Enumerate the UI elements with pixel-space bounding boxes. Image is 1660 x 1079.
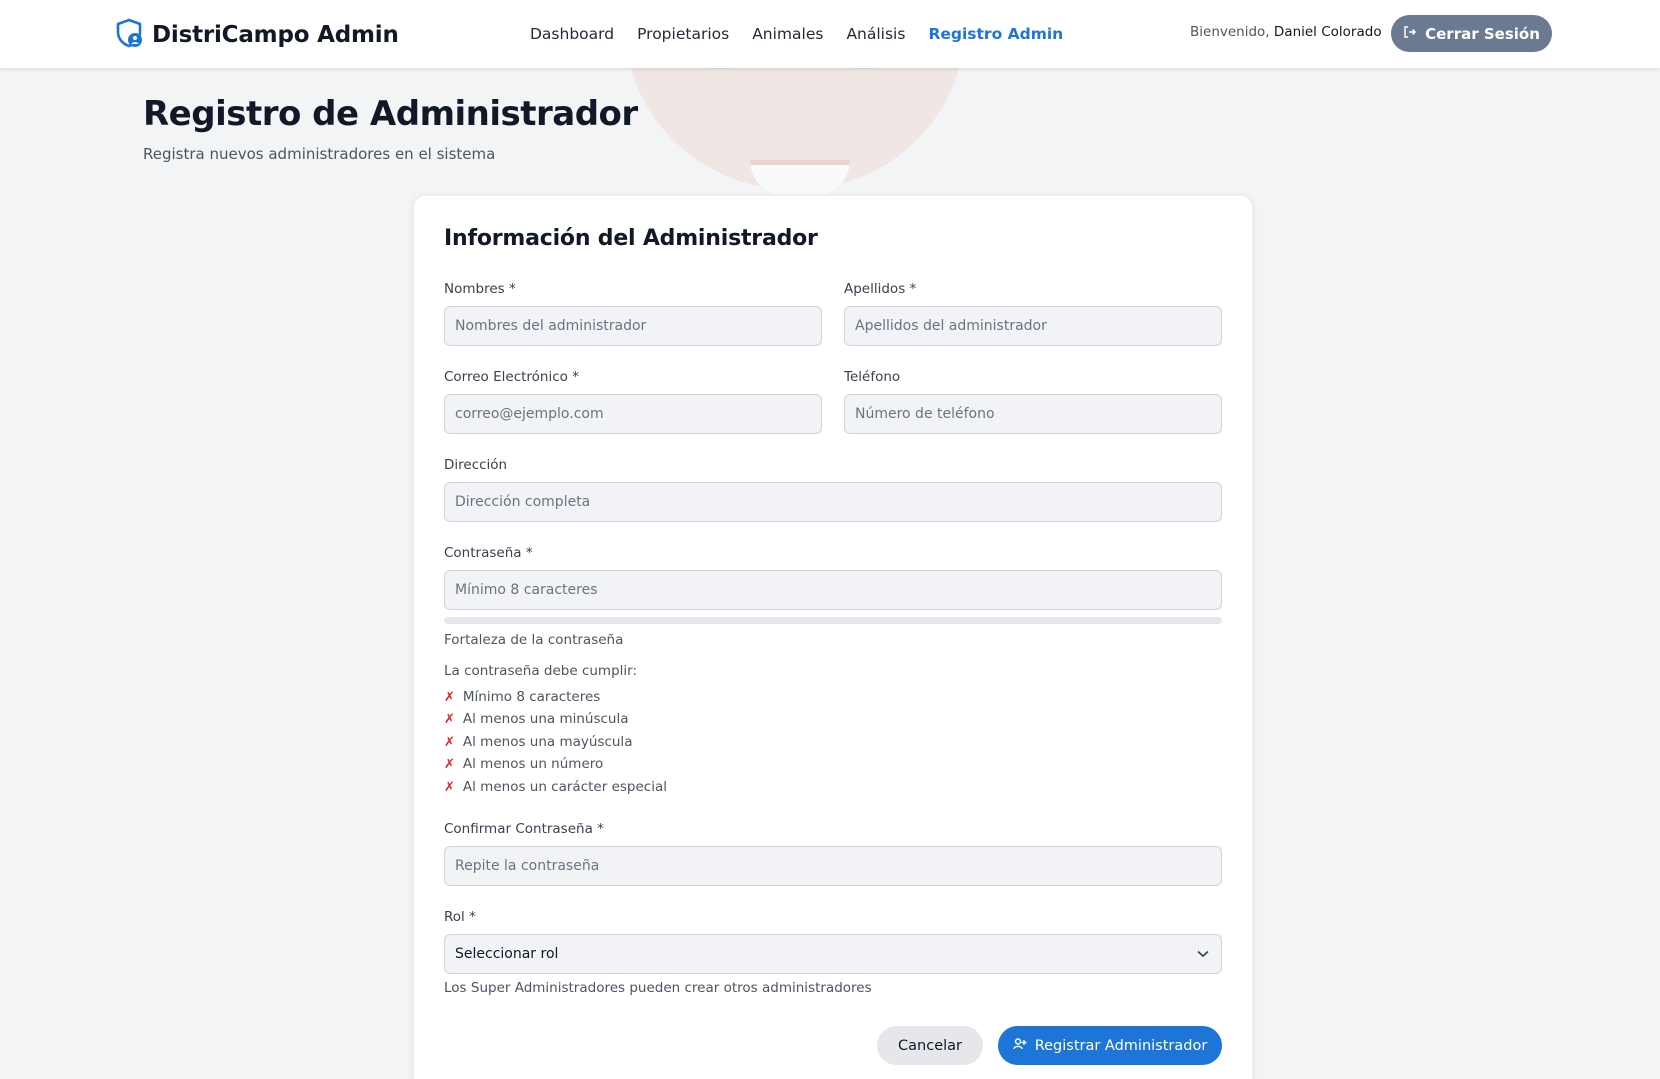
telefono-label: Teléfono <box>844 369 901 385</box>
confirm-password-label: Confirmar Contraseña * <box>444 821 604 837</box>
rol-selected: Seleccionar rol <box>455 946 559 962</box>
requirement-text: Mínimo 8 caracteres <box>462 689 601 705</box>
logout-icon <box>1403 25 1417 43</box>
logout-button[interactable]: Cerrar Sesión <box>1391 15 1552 52</box>
password-input[interactable] <box>444 570 1222 610</box>
page-subtitle: Registra nuevos administradores en el si… <box>143 145 496 163</box>
requirement-item: ✗ Mínimo 8 caracteres <box>444 689 600 705</box>
requirement-text: Al menos un número <box>462 756 604 772</box>
requirement-item: ✗ Al menos un número <box>444 756 603 772</box>
requirements-title: La contraseña debe cumplir: <box>444 663 638 679</box>
nav-analisis[interactable]: Análisis <box>846 25 905 43</box>
nav-dashboard[interactable]: Dashboard <box>530 25 614 43</box>
brand[interactable]: DistriCampo Admin <box>116 18 399 52</box>
cross-icon: ✗ <box>444 779 455 795</box>
cross-icon: ✗ <box>444 689 455 705</box>
cross-icon: ✗ <box>444 756 455 772</box>
welcome-text: Bienvenido, <box>1190 24 1270 40</box>
rol-label: Rol * <box>444 909 476 925</box>
nav-registro-admin[interactable]: Registro Admin <box>928 25 1063 43</box>
requirement-text: Al menos una minúscula <box>462 711 629 727</box>
rol-select[interactable]: Seleccionar rol <box>444 934 1222 974</box>
brand-name: DistriCampo Admin <box>152 22 399 48</box>
user-name: Daniel Colorado <box>1273 24 1382 40</box>
register-admin-label: Registrar Administrador <box>1034 1037 1208 1054</box>
form-title: Información del Administrador <box>444 226 818 251</box>
user-plus-icon <box>1012 1037 1027 1054</box>
shield-user-icon <box>116 18 144 52</box>
nav-animales[interactable]: Animales <box>752 25 823 43</box>
apellidos-label: Apellidos * <box>844 281 917 297</box>
requirement-item: ✗ Al menos una mayúscula <box>444 734 632 750</box>
correo-label: Correo Electrónico * <box>444 369 579 385</box>
nav-propietarios[interactable]: Propietarios <box>637 25 729 43</box>
top-navbar: DistriCampo Admin Dashboard Propietarios… <box>0 0 1660 68</box>
register-admin-button[interactable]: Registrar Administrador <box>998 1026 1222 1065</box>
welcome-message: Bienvenido, Daniel Colorado <box>1190 24 1382 40</box>
direccion-label: Dirección <box>444 457 508 473</box>
cross-icon: ✗ <box>444 711 455 727</box>
rol-hint: Los Super Administradores pueden crear o… <box>444 980 872 996</box>
password-strength-bar <box>444 617 1222 624</box>
confirm-password-input[interactable] <box>444 846 1222 886</box>
requirement-text: Al menos un carácter especial <box>462 779 667 795</box>
requirement-item: ✗ Al menos un carácter especial <box>444 779 667 795</box>
cross-icon: ✗ <box>444 734 455 750</box>
nombres-input[interactable] <box>444 306 822 346</box>
telefono-input[interactable] <box>844 394 1222 434</box>
correo-input[interactable] <box>444 394 822 434</box>
direccion-input[interactable] <box>444 482 1222 522</box>
logout-label: Cerrar Sesión <box>1425 24 1540 43</box>
password-strength-label: Fortaleza de la contraseña <box>444 632 624 648</box>
page-title: Registro de Administrador <box>143 94 638 134</box>
apellidos-input[interactable] <box>844 306 1222 346</box>
requirement-item: ✗ Al menos una minúscula <box>444 711 629 727</box>
cancel-button[interactable]: Cancelar <box>877 1026 983 1065</box>
nombres-label: Nombres * <box>444 281 516 297</box>
password-label: Contraseña * <box>444 545 533 561</box>
requirement-text: Al menos una mayúscula <box>462 734 633 750</box>
chevron-down-icon <box>1197 946 1209 962</box>
admin-form-card: Información del Administrador Nombres * … <box>413 195 1253 1079</box>
main-nav: Dashboard Propietarios Animales Análisis… <box>530 0 1063 68</box>
